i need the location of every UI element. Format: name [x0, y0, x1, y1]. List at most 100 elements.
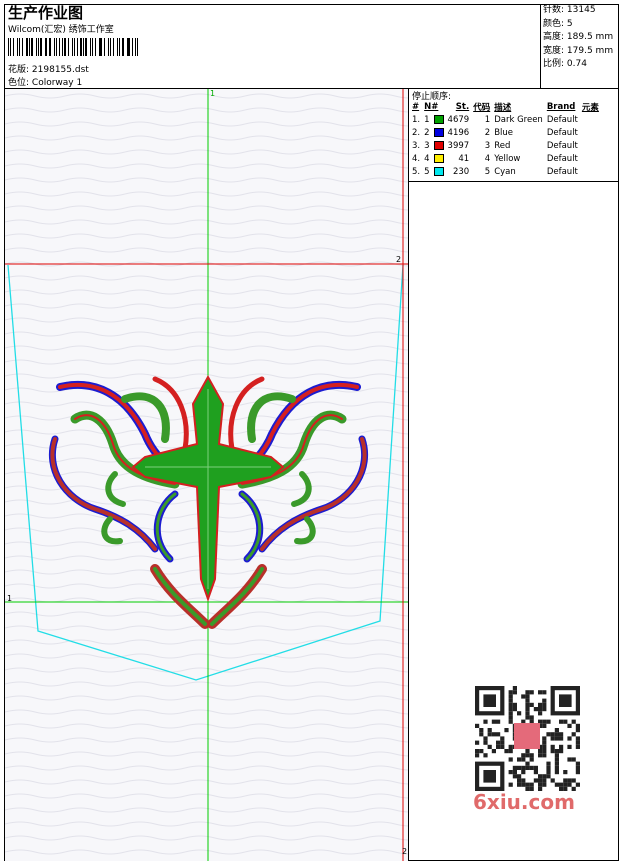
color-row[interactable]: 5. 5 230 5 Cyan Default: [410, 165, 601, 178]
row-code: 4: [484, 153, 491, 164]
color-count-value: 5: [566, 18, 573, 29]
barcode-bar: [131, 38, 133, 56]
barcode-bar: [64, 38, 67, 56]
barcode-bar: [128, 38, 130, 56]
color-sequence-table: # N# St. 代码 描述 Brand 元素 1. 1 4679 1 Dark Gre…: [410, 100, 601, 178]
row-swatch: [432, 113, 446, 126]
row-index: 2.: [412, 127, 421, 138]
barcode-bar: [31, 38, 33, 56]
barcode-bar: [26, 38, 28, 56]
barcode-bar: [19, 38, 20, 56]
page-title: 生产作业图: [8, 4, 84, 22]
color-swatch: [433, 114, 444, 124]
barcode-bar: [95, 38, 96, 56]
row-index: 4.: [412, 153, 421, 164]
color-swatch: [433, 153, 444, 163]
barcode-bar: [112, 38, 114, 56]
guide-marker-left: 1: [7, 594, 13, 603]
row-brand: Default: [546, 153, 578, 164]
row-stitches: 41: [458, 153, 470, 164]
row-brand: Default: [546, 127, 578, 138]
guide-marker-bottom: 2: [402, 847, 408, 856]
row-number: 4: [424, 153, 430, 164]
barcode-bar: [46, 38, 47, 56]
barcode-bar: [48, 38, 51, 56]
col-stitches: St.: [455, 101, 470, 112]
color-row[interactable]: 4. 4 41 4 Yellow Default: [410, 152, 601, 165]
row-stitches: 4196: [447, 127, 470, 138]
barcode-bar: [36, 38, 37, 56]
guide-marker-top: 1: [210, 89, 216, 98]
barcode-bar: [74, 38, 75, 56]
row-index: 1.: [412, 114, 421, 125]
guide-marker-right: 2: [396, 255, 402, 264]
design-label: 花版:: [8, 65, 30, 75]
barcode-bar: [85, 38, 88, 56]
barcode-bar: [91, 38, 93, 56]
row-stitches: 3997: [447, 140, 470, 151]
row-element: [580, 126, 601, 139]
colorway-row: 色位: Colorway 1: [8, 75, 82, 88]
color-swatch: [433, 166, 444, 176]
barcode-bar: [135, 38, 136, 56]
design-file: 2198155.dst: [31, 65, 89, 75]
barcode-bar: [53, 38, 55, 56]
barcode-bar: [12, 38, 14, 56]
color-swatch: [433, 127, 444, 137]
barcode-bar: [62, 38, 64, 56]
design-height: 高度: 189.5 mm: [543, 31, 613, 45]
scale-label: 比例:: [543, 59, 565, 69]
row-description: Dark Green: [494, 114, 543, 125]
design-canvas[interactable]: 1 2 1 2: [5, 89, 408, 861]
design-scale: 比例: 0.74: [543, 58, 613, 72]
design-stats: 针数: 13145 颜色: 5 高度: 189.5 mm 宽度: 179.5 m…: [543, 4, 613, 72]
color-count: 颜色: 5: [543, 18, 613, 32]
barcode-bar: [108, 38, 109, 56]
row-number: 3: [424, 140, 430, 151]
col-description: 描述: [494, 102, 512, 113]
row-code: 2: [484, 127, 491, 138]
row-brand: Default: [546, 114, 578, 125]
qr-code: [472, 683, 582, 793]
barcode-bar: [10, 38, 11, 56]
barcode-bar: [118, 38, 120, 56]
barcode-bar: [76, 38, 78, 56]
design-file-row: 花版: 2198155.dst: [8, 62, 89, 75]
row-description: Cyan: [494, 166, 516, 177]
row-element: [580, 139, 601, 152]
row-code: 1: [484, 114, 491, 125]
embroidery-preview: [5, 89, 408, 861]
studio-subtitle: Wilcom(汇宏) 绣饰工作室: [8, 25, 114, 35]
barcode-bar: [28, 38, 30, 56]
col-element: 元素: [581, 102, 599, 113]
col-index: #: [412, 101, 420, 112]
barcode-bar: [40, 38, 42, 56]
row-number: 1: [424, 114, 430, 125]
barcode-bar: [121, 38, 124, 56]
color-row[interactable]: 1. 1 4679 1 Dark Green Default: [410, 113, 601, 126]
design-width: 宽度: 179.5 mm: [543, 45, 613, 59]
color-swatch: [433, 140, 444, 150]
color-row[interactable]: 2. 2 4196 2 Blue Default: [410, 126, 601, 139]
row-element: [580, 152, 601, 165]
colorway-value: Colorway 1: [31, 78, 83, 88]
barcode-bar: [136, 38, 138, 56]
row-code: 3: [484, 140, 491, 151]
row-element: [580, 113, 601, 126]
barcode-bar: [110, 38, 111, 56]
color-row[interactable]: 3. 3 3997 3 Red Default: [410, 139, 601, 152]
barcode: [8, 38, 140, 56]
barcode-bar: [71, 38, 74, 56]
width-value: 179.5 mm: [566, 45, 614, 56]
barcode-bar: [103, 38, 106, 56]
barcode-bar: [82, 38, 84, 56]
row-brand: Default: [546, 140, 578, 151]
color-count-label: 颜色:: [543, 18, 565, 29]
row-description: Yellow: [494, 153, 521, 164]
barcode-bar: [16, 38, 19, 56]
row-number: 5: [424, 166, 430, 177]
barcode-bar: [80, 38, 82, 56]
barcode-bar: [98, 38, 100, 56]
height-value: 189.5 mm: [566, 32, 614, 42]
row-number: 2: [424, 127, 430, 138]
